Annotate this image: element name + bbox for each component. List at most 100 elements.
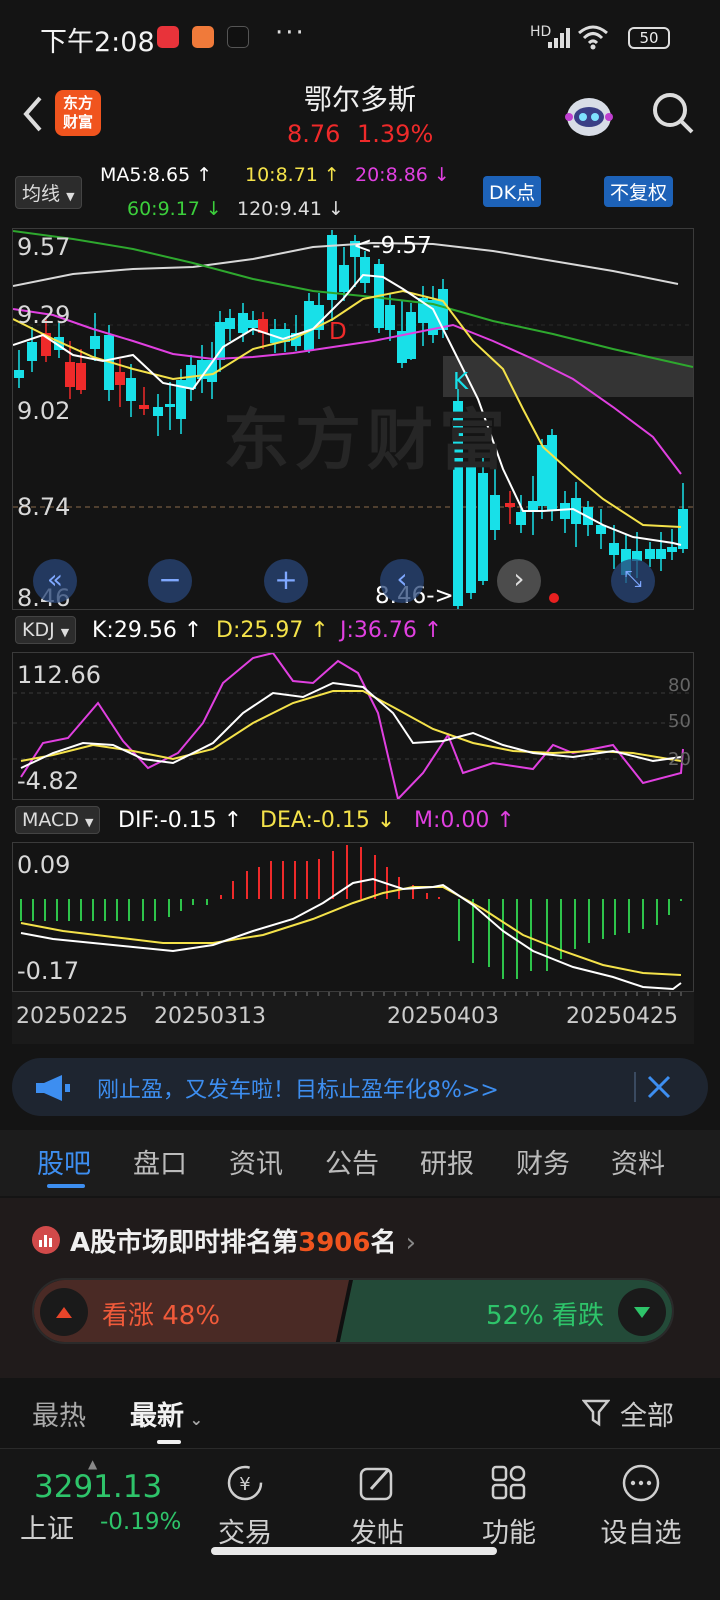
kdj-canvas (13, 653, 693, 799)
candle-body (478, 473, 488, 581)
nav-functions[interactable]: 功能 (464, 1463, 554, 1550)
date-label-1: 20250225 (16, 1004, 128, 1029)
app-notification-icon (157, 26, 179, 48)
nav-add-watchlist[interactable]: 设自选 (596, 1463, 686, 1550)
k-signal-label: K (453, 369, 469, 395)
kdj-k-line (20, 681, 682, 769)
battery-icon: 50 (628, 27, 670, 49)
vote-fall-button[interactable] (618, 1288, 666, 1336)
filter-latest[interactable]: 最新 ⌄ (130, 1394, 203, 1433)
tab-research[interactable]: 研报 (420, 1142, 474, 1181)
kdj-selector[interactable]: KDJ ▼ (15, 616, 77, 644)
stock-price: 8.76 (287, 120, 341, 148)
macd-y-top: 0.09 (17, 851, 71, 879)
macd-dea-line (20, 886, 682, 976)
ranking-chart-icon (32, 1226, 60, 1254)
filter-icon[interactable] (582, 1398, 610, 1428)
watermark: 东方财富 (223, 402, 511, 479)
market-ranking-panel: A股市场即时排名第3906名 › 看涨 48% 52% 看跌 (0, 1198, 720, 1378)
index-name: 上证 (20, 1514, 74, 1545)
scroll-left-button[interactable]: ‹ (380, 559, 424, 603)
trade-icon: ¥ (227, 1465, 263, 1501)
kdj-level-50: 50 (668, 711, 691, 732)
candlestick-chart[interactable]: 东方财富 9.57 9.29 9.02 8.74 8.46 <-9.57 8.4… (12, 228, 694, 612)
candle-body (115, 372, 125, 385)
jump-start-button[interactable]: « (33, 559, 77, 603)
zoom-out-button[interactable]: − (148, 559, 192, 603)
tab-news[interactable]: 资讯 (229, 1142, 283, 1181)
vote-rise-button[interactable] (40, 1288, 88, 1336)
dropdown-arrow-icon: ▼ (60, 626, 70, 639)
candle-body (406, 312, 416, 359)
bottom-navigation: ▲ 3291.13 上证 -0.19% ¥ 交易 发帖 功能 设自选 (0, 1448, 720, 1600)
fullscreen-button[interactable]: ⤡ (611, 559, 655, 603)
candle-body (385, 305, 395, 330)
close-icon[interactable] (646, 1074, 672, 1100)
kdj-chart[interactable]: 112.66 -4.82 80 50 20 (12, 652, 694, 800)
candle-body (90, 336, 100, 349)
wifi-icon (578, 25, 608, 50)
macd-header: MACD ▼ DIF:-0.15 ↑ DEA:-0.15 ↓ M:0.00 ↑ (0, 804, 720, 840)
megaphone-icon (36, 1075, 70, 1101)
index-change: -0.19% (100, 1509, 182, 1535)
candle-body (76, 363, 86, 390)
candle-body (65, 362, 75, 387)
status-time: 下午2:08 (40, 27, 155, 58)
macd-m-value: M:0.00 ↑ (414, 808, 515, 833)
filter-hot[interactable]: 最热 (32, 1394, 86, 1433)
tab-guba[interactable]: 股吧 (37, 1142, 91, 1181)
tab-profile[interactable]: 资料 (611, 1142, 665, 1181)
y-label-top: 9.57 (17, 233, 71, 261)
candle-body (27, 342, 37, 361)
more-circle-icon (622, 1464, 660, 1502)
robot-assistant-icon[interactable] (563, 90, 615, 142)
kdj-y-bottom: -4.82 (17, 767, 80, 795)
y-label-4: 8.74 (17, 493, 71, 521)
banner-divider (634, 1072, 636, 1102)
macd-dea-value: DEA:-0.15 ↓ (260, 808, 396, 833)
zoom-in-button[interactable]: + (264, 559, 308, 603)
stock-header: 东方 财富 鄂尔多斯 8.76 1.39% (0, 76, 720, 156)
ma-indicator-bar: 均线 ▼ MA5:8.65 ↑ 10:8.71 ↑ 20:8.86 ↓ 60:9… (0, 160, 720, 230)
dk-point-button[interactable]: DK点 (483, 176, 542, 207)
scroll-right-button[interactable]: › (497, 559, 541, 603)
candle-body (547, 435, 557, 511)
tab-pankou[interactable]: 盘口 (133, 1142, 187, 1181)
candle-body (215, 322, 225, 360)
ma5-value: MA5:8.65 ↑ (100, 164, 213, 186)
nav-trade[interactable]: ¥ 交易 (200, 1463, 290, 1550)
grid-icon (491, 1465, 526, 1500)
tiktok-notification-icon (227, 26, 249, 48)
candle-body (560, 503, 570, 519)
stock-change-percent: 1.39% (357, 120, 434, 148)
no-restoration-button[interactable]: 不复权 (604, 176, 674, 207)
date-label-2: 20250313 (154, 1004, 266, 1029)
promo-banner[interactable]: 刚止盈，又发车啦！目标止盈年化8%>> (12, 1058, 708, 1116)
fall-percent-label: 52% 看跌 (486, 1301, 605, 1331)
kdj-k-value: K:29.56 ↑ (92, 618, 203, 643)
candle-body (165, 404, 175, 407)
kdj-j-value: J:36.76 ↑ (340, 618, 443, 643)
candle-body (360, 257, 370, 283)
content-tabs: 股吧 盘口 资讯 公告 研报 财务 资料 (0, 1130, 720, 1196)
candle-body (139, 405, 149, 409)
ma-selector[interactable]: 均线 ▼ (15, 176, 82, 209)
date-label-3: 20250403 (387, 1004, 499, 1029)
nav-post[interactable]: 发帖 (332, 1463, 422, 1550)
candle-body (339, 265, 349, 292)
macd-canvas (20, 845, 682, 991)
macd-dif-value: DIF:-0.15 ↑ (118, 808, 243, 833)
macd-dif-line (20, 877, 682, 991)
market-ranking-link[interactable]: A股市场即时排名第3906名 › (70, 1222, 416, 1259)
filter-all[interactable]: 全部 (620, 1394, 674, 1433)
filter-active-indicator (157, 1440, 181, 1444)
search-icon[interactable] (650, 90, 696, 136)
macd-selector[interactable]: MACD ▼ (15, 806, 101, 834)
tab-announcements[interactable]: 公告 (325, 1142, 379, 1181)
index-ticker[interactable]: ▲ 3291.13 上证 -0.19% (20, 1457, 200, 1547)
candle-body (126, 378, 136, 401)
tab-finance[interactable]: 财务 (516, 1142, 570, 1181)
macd-chart[interactable]: 0.09 -0.17 (12, 842, 694, 992)
candle-body (609, 543, 619, 555)
ma120-value: 120:9.41 ↓ (237, 198, 344, 220)
